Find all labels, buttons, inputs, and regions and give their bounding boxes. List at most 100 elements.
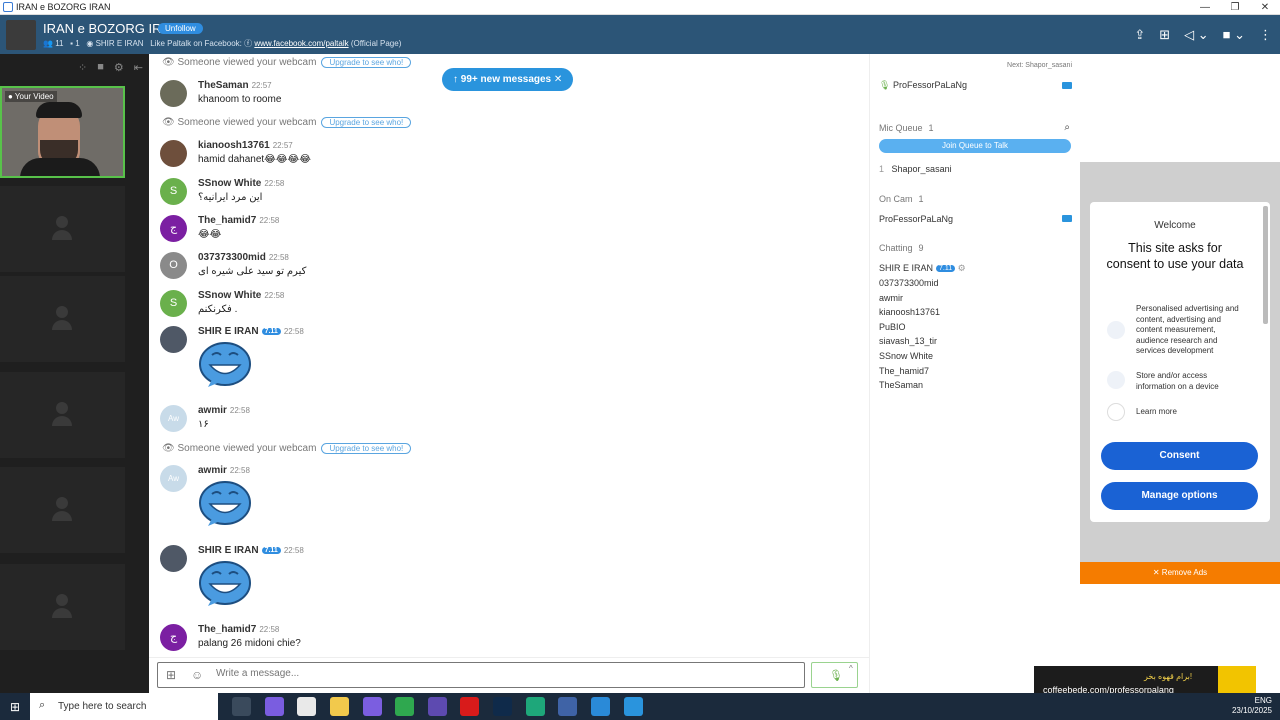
avatar[interactable]	[160, 80, 187, 107]
chatting-user[interactable]: SSnow White	[879, 351, 933, 361]
emoji-icon[interactable]: ☺	[191, 668, 203, 682]
folder-icon[interactable]	[330, 697, 349, 716]
current-speaker[interactable]: 🎙 ProFessorPaLaNg	[879, 80, 967, 91]
more-icon[interactable]: ⋮	[1259, 27, 1272, 43]
opera-icon[interactable]	[460, 697, 479, 716]
chatting-user[interactable]: 037373300mid	[879, 278, 939, 288]
paltalk-icon[interactable]	[624, 697, 643, 716]
system-tray[interactable]: ENG 23/10/2025	[1232, 696, 1272, 716]
message-input[interactable]	[216, 668, 776, 679]
video-slot[interactable]	[0, 276, 125, 362]
avatar[interactable]: ج	[160, 624, 187, 651]
message-author[interactable]: awmir	[198, 405, 227, 416]
video-icon[interactable]: ■	[97, 61, 104, 82]
taskbar-search[interactable]: ⌕ Type here to search	[30, 693, 218, 720]
message-author[interactable]: kianoosh13761	[198, 140, 270, 151]
camera-icon[interactable]: ■ ⌄	[1223, 27, 1245, 43]
new-messages-button[interactable]: ↑ 99+ new messages ✕	[442, 68, 574, 91]
collapse-icon[interactable]: ⇤	[134, 61, 143, 82]
room-header: IRAN e BOZORG IRAN Unfollow 👥 11 ▪ 1 ◉ S…	[0, 15, 1280, 54]
your-video[interactable]: ● Your Video	[0, 86, 125, 178]
message-author[interactable]: awmir	[198, 465, 227, 476]
avatar[interactable]: ج	[160, 215, 187, 242]
consent-button[interactable]: Consent	[1101, 442, 1258, 470]
webcam-icon[interactable]	[1062, 215, 1072, 222]
level-badge: 7.11	[261, 328, 281, 335]
chevron-down-icon[interactable]	[1107, 403, 1125, 421]
webcam-icon[interactable]	[1062, 82, 1072, 89]
speaker-icon[interactable]: ◁ ⌄	[1184, 27, 1209, 43]
chatting-user[interactable]: awmir	[879, 293, 903, 303]
video-slot[interactable]	[0, 186, 125, 272]
telegram-icon[interactable]	[591, 697, 610, 716]
file-icon[interactable]	[297, 697, 316, 716]
video-slot[interactable]	[0, 564, 125, 650]
app-icon[interactable]	[428, 697, 447, 716]
chatting-user[interactable]: The_hamid7	[879, 366, 929, 376]
message-time: 22:58	[283, 546, 304, 555]
task-view-icon[interactable]	[232, 697, 251, 716]
avatar[interactable]	[160, 326, 187, 353]
close-icon[interactable]: ✕	[554, 74, 562, 85]
avatar[interactable]: Aw	[160, 465, 187, 492]
layout-icon[interactable]: ⁘	[78, 61, 87, 82]
avatar[interactable]	[160, 545, 187, 572]
chatting-user[interactable]: TheSaman	[879, 380, 923, 390]
upgrade-button[interactable]: Upgrade to see who!	[321, 117, 412, 128]
chat-area[interactable]: 👁 Someone viewed your webcam Upgrade to s…	[149, 54, 869, 657]
message-author[interactable]: SSnow White	[198, 178, 261, 189]
app-icon[interactable]	[526, 697, 545, 716]
language-indicator[interactable]: ENG	[1255, 696, 1272, 705]
app-icon[interactable]	[493, 697, 512, 716]
chevron-up-icon[interactable]: ^	[849, 664, 853, 673]
chatting-user[interactable]: PuBIO	[879, 322, 906, 332]
video-slot[interactable]	[0, 467, 125, 553]
queue-user[interactable]: 1 Shapor_sasani	[879, 164, 952, 174]
windows-start-icon[interactable]: ⊞	[10, 700, 20, 714]
gift-icon[interactable]: ⊞	[1159, 27, 1170, 43]
avatar[interactable]: S	[160, 290, 187, 317]
on-cam-user[interactable]: ProFessorPaLaNg	[879, 214, 953, 224]
chatting-user[interactable]: SHIR E IRAN 7.11 ⚙	[879, 263, 966, 274]
app-icon[interactable]	[558, 697, 577, 716]
message-author[interactable]: TheSaman	[198, 80, 249, 91]
message-time: 22:58	[229, 466, 250, 475]
chrome-icon[interactable]	[395, 697, 414, 716]
settings-icon[interactable]: ⚙	[114, 61, 124, 82]
consent-welcome: Welcome	[1154, 220, 1196, 231]
window-controls: — ❐ ✕	[1190, 0, 1280, 15]
copilot-icon[interactable]	[265, 697, 284, 716]
search-icon[interactable]: ⌕	[1064, 122, 1070, 133]
gift-icon[interactable]: ⊞	[166, 668, 176, 682]
message-author[interactable]: The_hamid7	[198, 215, 256, 226]
chatting-user[interactable]: siavash_13_tir	[879, 336, 937, 346]
restore-icon[interactable]: ❐	[1220, 0, 1250, 15]
message-input-box[interactable]: ⊞ ☺	[157, 662, 805, 688]
minimize-icon[interactable]: —	[1190, 0, 1220, 15]
chatting-user[interactable]: kianoosh13761	[879, 307, 940, 317]
manage-options-button[interactable]: Manage options	[1101, 482, 1258, 510]
video-slot[interactable]	[0, 372, 125, 458]
unfollow-button[interactable]: Unfollow	[158, 23, 203, 34]
upgrade-button[interactable]: Upgrade to see who!	[321, 443, 412, 454]
avatar[interactable]: Aw	[160, 405, 187, 432]
scrollbar[interactable]	[1263, 206, 1268, 324]
room-avatar[interactable]	[6, 20, 36, 50]
app-icon[interactable]	[363, 697, 382, 716]
message-author[interactable]: 037373300mid	[198, 252, 266, 263]
facebook-link[interactable]: www.facebook.com/paltalk	[254, 39, 348, 48]
remove-ads-button[interactable]: ✕ Remove Ads	[1080, 562, 1280, 584]
avatar[interactable]	[160, 140, 187, 167]
learn-more-link[interactable]: Learn more	[1136, 407, 1246, 418]
share-icon[interactable]: ⇪	[1134, 27, 1145, 43]
push-to-talk-button[interactable]: 🎙 ^	[811, 662, 858, 688]
message-author[interactable]: The_hamid7	[198, 624, 256, 635]
join-queue-button[interactable]: Join Queue to Talk	[879, 139, 1071, 153]
message-author[interactable]: SHIR E IRAN	[198, 326, 259, 337]
avatar[interactable]: O	[160, 252, 187, 279]
message-author[interactable]: SSnow White	[198, 290, 261, 301]
upgrade-button[interactable]: Upgrade to see who!	[321, 57, 412, 68]
close-icon[interactable]: ✕	[1250, 0, 1280, 15]
message-author[interactable]: SHIR E IRAN	[198, 545, 259, 556]
avatar[interactable]: S	[160, 178, 187, 205]
